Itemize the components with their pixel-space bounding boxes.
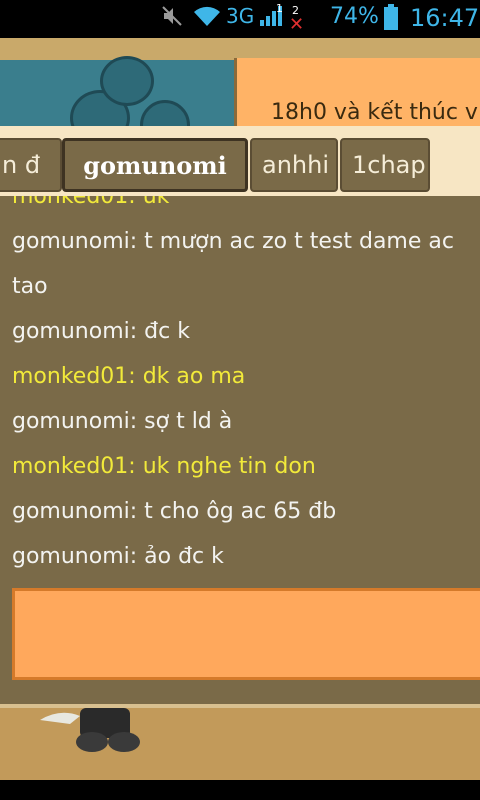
clock: 16:47 xyxy=(410,4,480,32)
battery-percent: 74% xyxy=(330,4,379,29)
chat-message: gomunomi: t mượn ac zo t test dame ac ta… xyxy=(12,229,454,299)
chat-tabs: n đ gomunomi anhhi 1chap xyxy=(0,138,480,194)
message-author: monked01 xyxy=(12,364,129,389)
chat-message: gomunomi: sợ t ld à xyxy=(12,409,233,434)
chat-message: monked01: uk xyxy=(12,196,480,219)
message-author: gomunomi xyxy=(12,229,130,254)
message-author: gomunomi xyxy=(12,544,130,569)
scene-rock xyxy=(100,56,154,106)
wifi-icon xyxy=(194,6,220,26)
network-type: 3G xyxy=(226,4,255,28)
tab-channel-1[interactable]: n đ xyxy=(0,138,62,192)
sim-status: 2 ✕ xyxy=(288,4,305,35)
chat-messages[interactable]: monked01: uk gomunomi: t mượn ac zo t te… xyxy=(0,196,480,704)
message-text: ảo đc k xyxy=(144,544,224,569)
chat-message: gomunomi: đc k xyxy=(12,319,190,344)
chat-message: gomunomi: ảo đc k xyxy=(12,544,224,569)
signal-badge: 1 xyxy=(276,2,283,15)
chat-input[interactable] xyxy=(12,588,480,680)
tab-gomunomi[interactable]: gomunomi xyxy=(62,138,248,192)
chat-message: monked01: uk nghe tin don xyxy=(12,454,316,479)
message-text: t cho ôg ac 65 đb xyxy=(144,499,337,524)
tab-anhhi[interactable]: anhhi xyxy=(250,138,338,192)
message-author: gomunomi xyxy=(12,409,130,434)
message-text: uk nghe tin don xyxy=(142,454,316,479)
chat-message: gomunomi: t cho ôg ac 65 đb xyxy=(12,499,337,524)
status-bar: 3G 1 2 ✕ 74% 16:47 xyxy=(0,0,480,38)
message-author: monked01 xyxy=(12,454,129,479)
message-author: gomunomi xyxy=(12,319,130,344)
message-author: monked01 xyxy=(12,196,129,209)
event-notice-text: 18h0 và kết thúc v xyxy=(271,100,478,125)
message-author: gomunomi xyxy=(12,499,130,524)
battery-icon xyxy=(384,4,398,30)
tab-1chap[interactable]: 1chap xyxy=(340,138,430,192)
message-list: monked01: uk gomunomi: t mượn ac zo t te… xyxy=(12,196,480,579)
message-text: dk ao ma xyxy=(142,364,246,389)
message-text: đc k xyxy=(144,319,190,344)
chat-panel: n đ gomunomi anhhi 1chap monked01: uk go… xyxy=(0,126,480,708)
message-text: sợ t ld à xyxy=(144,409,233,434)
chat-message: monked01: dk ao ma xyxy=(12,364,246,389)
mute-icon xyxy=(162,6,182,26)
sim-error-icon: ✕ xyxy=(289,14,305,35)
message-text: uk xyxy=(142,196,170,209)
